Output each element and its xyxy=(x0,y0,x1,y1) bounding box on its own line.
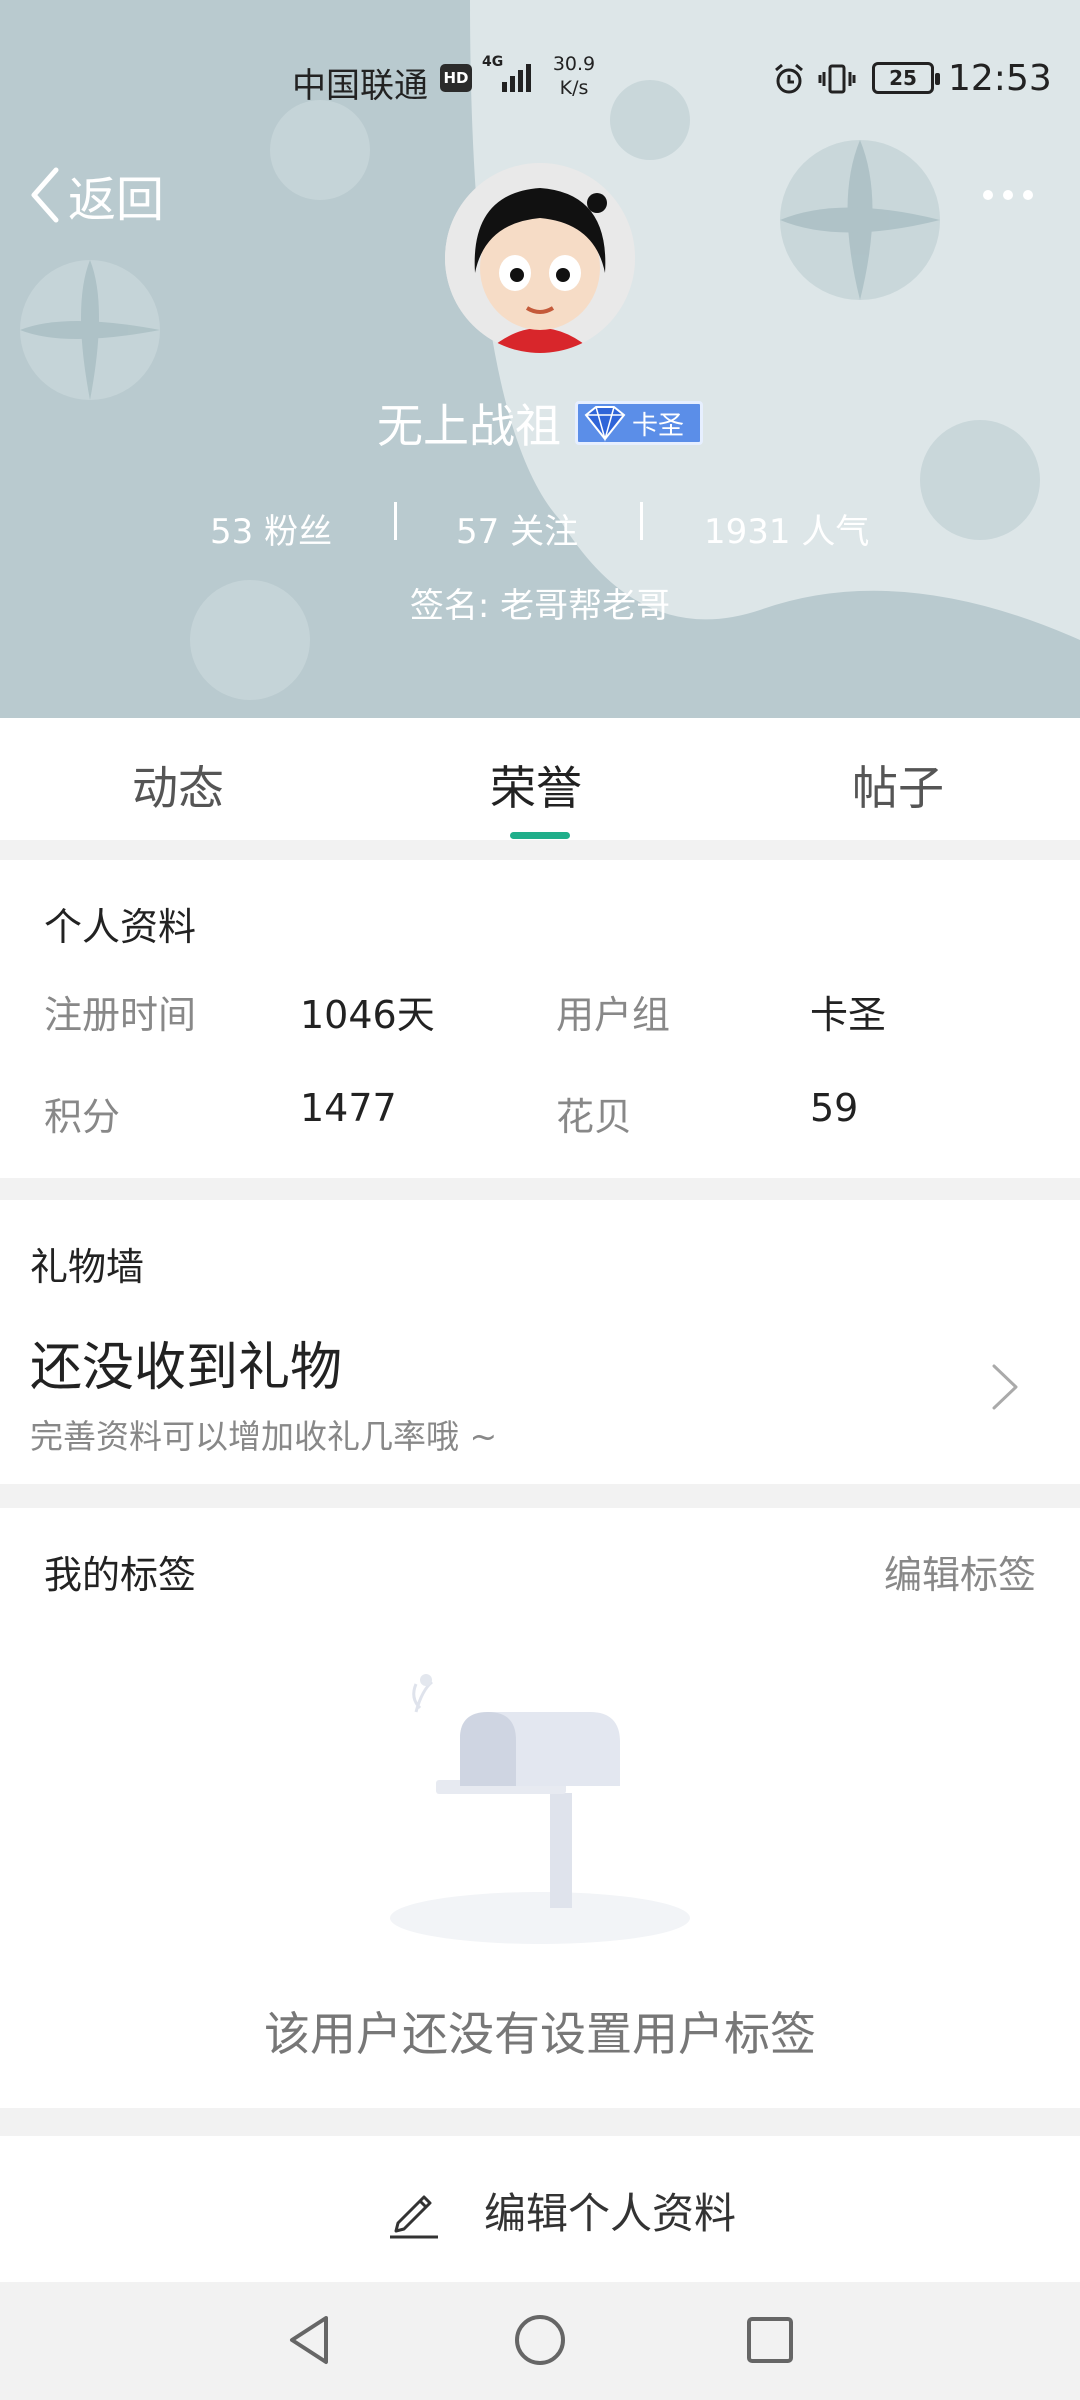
profile-info-title: 个人资料 xyxy=(44,905,197,949)
alarm-icon xyxy=(775,63,803,94)
tab-honor[interactable]: 荣誉 xyxy=(490,752,582,818)
divider xyxy=(640,502,643,540)
chevron-left-icon xyxy=(31,167,59,223)
system-nav-bar xyxy=(0,2282,1080,2400)
nav-recents-icon[interactable] xyxy=(740,2310,800,2370)
gift-empty-text: 还没收到礼物 xyxy=(30,1338,343,1398)
user-group-badge: 卡圣 xyxy=(575,401,703,445)
tab-bar: 动态 荣誉 帖子 xyxy=(0,718,1080,840)
signature: 签名: 老哥帮老哥 xyxy=(409,586,671,626)
user-group-label: 用户组 xyxy=(556,993,671,1037)
nav-home-icon[interactable] xyxy=(510,2310,570,2370)
network-speed: 30.9 K/s xyxy=(552,53,596,99)
points-value: 1477 xyxy=(300,1086,397,1130)
following-count[interactable]: 57 关注 xyxy=(456,504,578,553)
tab-posts[interactable]: 帖子 xyxy=(852,752,944,818)
nickname: 无上战祖 xyxy=(377,399,561,453)
edit-profile-content: 编辑个人资料 xyxy=(386,2180,736,2241)
edit-profile-button[interactable]: 编辑个人资料 xyxy=(0,2136,1080,2282)
more-options-icon[interactable] xyxy=(980,180,1036,210)
signal-icon xyxy=(502,64,531,92)
clock: 12:53 xyxy=(948,58,1052,99)
diamond-icon xyxy=(584,406,626,442)
register-time-label: 注册时间 xyxy=(44,993,197,1037)
back-button[interactable]: 返回 xyxy=(28,165,164,228)
huabei-label: 花贝 xyxy=(556,1095,633,1139)
tab-activity[interactable]: 动态 xyxy=(132,752,224,818)
hd-icon: HD xyxy=(440,64,472,92)
divider xyxy=(394,502,397,540)
carrier-label: 中国联通 xyxy=(292,66,428,106)
fans-count[interactable]: 53 粉丝 xyxy=(210,504,332,553)
avatar-image xyxy=(445,163,635,353)
tab-indicator xyxy=(510,832,570,839)
avatar[interactable] xyxy=(445,163,635,353)
empty-mailbox-icon xyxy=(390,1674,690,1944)
stats-row: 53 粉丝 57 关注 1931 人气 xyxy=(0,500,1080,553)
huabei-value: 59 xyxy=(810,1086,859,1130)
points-label: 积分 xyxy=(44,1095,121,1139)
back-label: 返回 xyxy=(68,172,165,228)
user-group-value: 卡圣 xyxy=(810,993,887,1037)
gift-hint-text: 完善资料可以增加收礼几率哦 ~ xyxy=(30,1417,498,1456)
tags-empty-text: 该用户还没有设置用户标签 xyxy=(264,2007,816,2061)
edit-tags-button[interactable]: 编辑标签 xyxy=(884,1544,1036,1599)
status-bar: 中国联通 HD 4G 30.9 K/s 25 12:53 xyxy=(0,50,1080,110)
register-time-value: 1046天 xyxy=(300,993,435,1037)
profile-info-section: 个人资料 注册时间 1046天 用户组 卡圣 积分 1477 花贝 59 xyxy=(0,860,1080,1178)
nav-back-icon[interactable] xyxy=(280,2310,340,2370)
tags-section: 我的标签 编辑标签 该用户还没有设置用户标签 xyxy=(0,1508,1080,2108)
chevron-right-icon[interactable] xyxy=(990,1362,1020,1412)
battery-icon: 25 xyxy=(872,62,940,94)
vibrate-icon xyxy=(818,64,856,94)
pencil-icon xyxy=(390,2195,438,2238)
profile-header: 中国联通 HD 4G 30.9 K/s 25 12:53 返回 无上战祖 卡圣 … xyxy=(0,0,1080,718)
gift-wall-section[interactable]: 礼物墙 还没收到礼物 完善资料可以增加收礼几率哦 ~ xyxy=(0,1200,1080,1484)
tags-title: 我的标签 xyxy=(44,1553,197,1597)
edit-profile-label: 编辑个人资料 xyxy=(484,2189,737,2238)
popularity-count: 1931 人气 xyxy=(704,512,870,552)
nickname-row: 无上战祖 卡圣 xyxy=(0,390,1080,456)
gift-wall-title: 礼物墙 xyxy=(30,1245,145,1289)
badge-label: 卡圣 xyxy=(632,410,685,441)
